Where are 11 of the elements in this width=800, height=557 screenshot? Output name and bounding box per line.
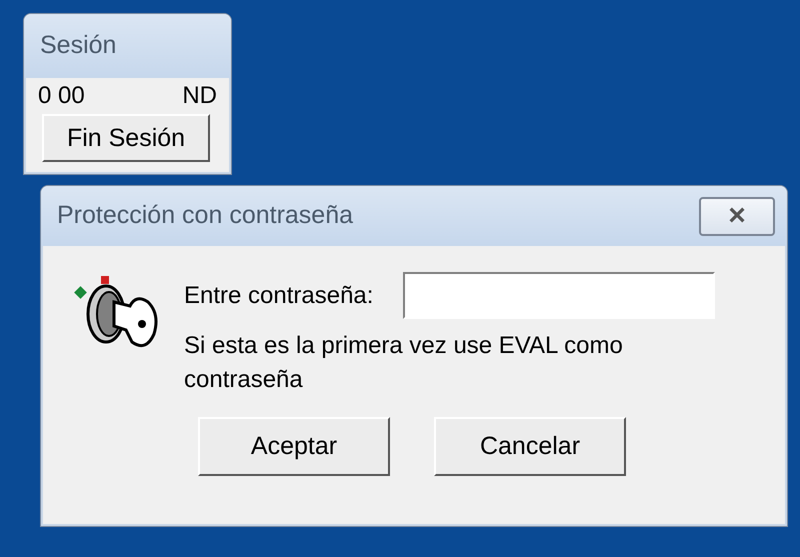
password-label: Entre contraseña:	[184, 281, 374, 311]
dialog-title: Protección con contraseña	[57, 200, 354, 232]
password-field[interactable]	[403, 272, 716, 319]
session-status: ND	[182, 82, 217, 110]
accept-button[interactable]: Aceptar	[198, 417, 390, 476]
end-session-button[interactable]: Fin Sesión	[42, 114, 210, 162]
window-title: Sesión	[40, 30, 116, 62]
close-button[interactable]: ×	[699, 196, 775, 236]
hint-text: Si esta es la primera vez use EVAL como contraseña	[184, 331, 624, 395]
session-time: 0 00	[38, 82, 85, 110]
cancel-button[interactable]: Cancelar	[434, 417, 626, 476]
